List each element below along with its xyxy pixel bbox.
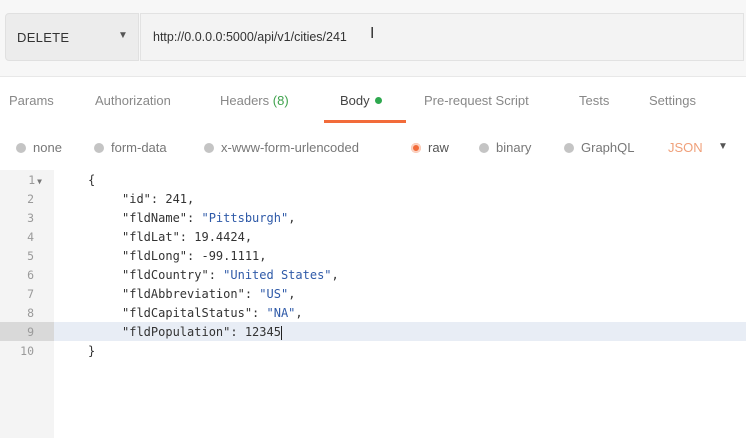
chevron-down-icon: ▼ bbox=[118, 30, 128, 41]
tab-label: Tests bbox=[579, 93, 610, 108]
tab-body[interactable]: Body bbox=[340, 93, 382, 108]
request-tabs: Params Authorization Headers (8) Body Pr… bbox=[0, 77, 746, 125]
radio-label: x-www-form-urlencoded bbox=[221, 140, 359, 155]
radio-form-data[interactable]: form-data bbox=[94, 140, 167, 155]
radio-icon bbox=[16, 142, 26, 153]
code-line: { bbox=[88, 173, 96, 187]
radio-icon bbox=[204, 142, 214, 153]
code-editor[interactable]: 1 ▼ 2 3 4 5 6 7 8 9 10 { "id": 241, "fldN… bbox=[0, 170, 746, 438]
fold-arrow-icon[interactable]: ▼ bbox=[37, 177, 42, 186]
active-line-highlight bbox=[0, 322, 746, 341]
radio-label: none bbox=[33, 140, 62, 155]
request-bar: DELETE ▼ http://0.0.0.0:5000/api/v1/citi… bbox=[0, 0, 746, 76]
line-number: 1 ▼ bbox=[28, 173, 42, 187]
line-number: 2 bbox=[27, 192, 34, 206]
active-tab-indicator bbox=[324, 120, 406, 123]
body-type-bar: none form-data x-www-form-urlencoded raw… bbox=[0, 128, 746, 168]
tab-label: Params bbox=[9, 93, 54, 108]
code-line: "fldCountry": "United States", bbox=[122, 268, 339, 282]
code-line: "fldName": "Pittsburgh", bbox=[122, 211, 296, 225]
tab-authorization[interactable]: Authorization bbox=[95, 93, 171, 108]
format-select[interactable]: JSON bbox=[668, 140, 703, 155]
code-line: } bbox=[88, 344, 96, 358]
url-input[interactable]: http://0.0.0.0:5000/api/v1/cities/241 I bbox=[140, 13, 744, 61]
radio-binary[interactable]: binary bbox=[479, 140, 531, 155]
url-text: http://0.0.0.0:5000/api/v1/cities/241 bbox=[153, 30, 347, 44]
radio-label: binary bbox=[496, 140, 532, 155]
line-number: 4 bbox=[27, 230, 34, 244]
radio-label: raw bbox=[428, 140, 449, 155]
line-number: 6 bbox=[27, 268, 34, 282]
code-line: "fldCapitalStatus": "NA", bbox=[122, 306, 303, 320]
tab-tests[interactable]: Tests bbox=[579, 93, 609, 108]
radio-icon bbox=[564, 142, 574, 153]
code-line: "fldPopulation": 12345 bbox=[122, 325, 282, 340]
code-line: "fldAbbreviation": "US", bbox=[122, 287, 296, 301]
line-number: 10 bbox=[20, 344, 34, 358]
tab-params[interactable]: Params bbox=[9, 93, 54, 108]
radio-graphql[interactable]: GraphQL bbox=[564, 140, 634, 155]
radio-selected-icon bbox=[411, 142, 421, 153]
radio-label: GraphQL bbox=[581, 140, 635, 155]
tab-label: Settings bbox=[649, 93, 696, 108]
radio-raw[interactable]: raw bbox=[411, 140, 449, 155]
radio-label: form-data bbox=[111, 140, 167, 155]
code-line: "id": 241, bbox=[122, 192, 195, 206]
radio-icon bbox=[479, 142, 489, 153]
line-number: 9 bbox=[27, 325, 34, 339]
chevron-down-icon[interactable]: ▼ bbox=[718, 141, 728, 152]
radio-icon bbox=[94, 142, 104, 153]
tab-label: Body bbox=[340, 93, 370, 108]
line-number: 5 bbox=[27, 249, 34, 263]
code-line: "fldLong": -99.1111, bbox=[122, 249, 267, 263]
method-label: DELETE bbox=[17, 30, 70, 45]
line-number: 7 bbox=[27, 287, 34, 301]
radio-x-www-form-urlencoded[interactable]: x-www-form-urlencoded bbox=[204, 140, 359, 155]
radio-none[interactable]: none bbox=[16, 140, 62, 155]
text-cursor-icon: I bbox=[370, 24, 375, 42]
text-caret bbox=[280, 325, 282, 340]
tab-settings[interactable]: Settings bbox=[649, 93, 696, 108]
method-select[interactable]: DELETE ▼ bbox=[5, 13, 139, 61]
line-number: 8 bbox=[27, 306, 34, 320]
tab-headers[interactable]: Headers (8) bbox=[220, 93, 289, 108]
headers-count: (8) bbox=[272, 93, 289, 108]
tab-label: Pre-request Script bbox=[424, 93, 529, 108]
tab-pre-request-script[interactable]: Pre-request Script bbox=[424, 93, 529, 108]
tab-label: Headers bbox=[220, 93, 270, 108]
active-dot-icon bbox=[374, 97, 382, 105]
code-line: "fldLat": 19.4424, bbox=[122, 230, 253, 244]
line-number: 3 bbox=[27, 211, 34, 225]
tab-label: Authorization bbox=[95, 93, 171, 108]
